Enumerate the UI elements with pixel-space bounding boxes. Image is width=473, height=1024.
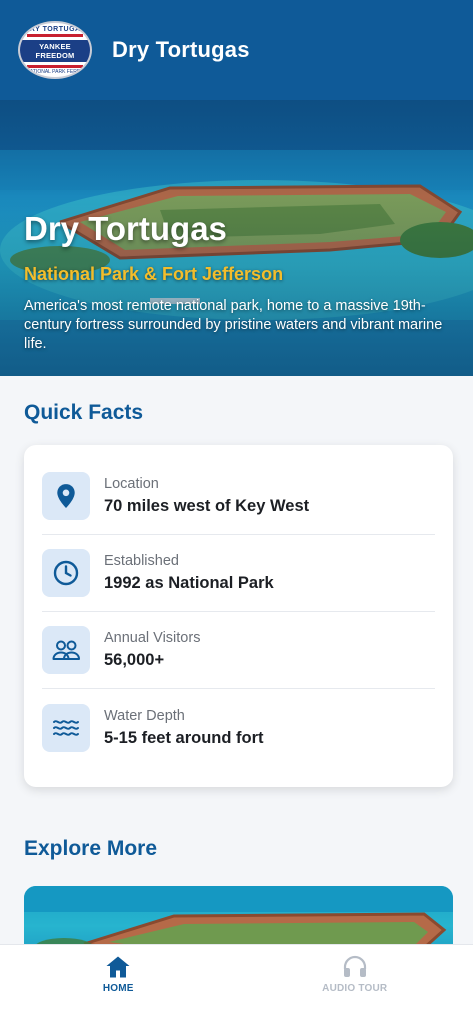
- hero-description: America's most remote national park, hom…: [24, 298, 443, 353]
- hero-title: Dry Tortugas: [24, 210, 227, 247]
- logo-stripe: [27, 33, 83, 37]
- logo-top-text: DRY TORTUGAS: [24, 25, 86, 33]
- nav-home-label: HOME: [102, 983, 134, 994]
- people-icon: [42, 626, 90, 674]
- app-title: Dry Tortugas: [112, 37, 250, 62]
- nav-home[interactable]: HOME: [0, 945, 237, 1024]
- fact-row-location: Location 70 miles west of Key West: [42, 458, 435, 535]
- logo-bottom-text: NATIONAL PARK FERRY: [26, 68, 84, 75]
- logo-band-text: YANKEE FREEDOM: [20, 39, 90, 62]
- fact-row-visitors: Annual Visitors 56,000+: [42, 612, 435, 689]
- fact-value: 1992 as National Park: [104, 574, 274, 592]
- fact-label: Water Depth: [104, 707, 185, 724]
- fact-row-water-depth: Water Depth 5-15 feet around fort: [42, 689, 435, 766]
- waves-icon: [42, 703, 90, 752]
- headphones-icon: [343, 955, 366, 977]
- explore-more-heading: Explore More: [24, 837, 158, 860]
- fact-label: Established: [104, 553, 179, 569]
- nav-audio-tour[interactable]: AUDIO TOUR: [237, 945, 473, 1024]
- fact-value: 70 miles west of Key West: [104, 497, 310, 515]
- app-screen: DRY TORTUGAS YANKEE FREEDOM NATIONAL PAR…: [0, 0, 473, 1024]
- quick-facts-card: Location 70 miles west of Key West Estab…: [24, 445, 453, 787]
- fact-value: 5-15 feet around fort: [104, 728, 264, 747]
- bottom-navigation: HOME AUDIO TOUR: [0, 944, 473, 1024]
- yankee-freedom-logo[interactable]: DRY TORTUGAS YANKEE FREEDOM NATIONAL PAR…: [18, 21, 92, 79]
- clock-icon: [42, 549, 90, 597]
- fact-row-established: Established 1992 as National Park: [42, 535, 435, 612]
- home-icon: [106, 956, 130, 978]
- hero-banner: Dry Tortugas National Park & Fort Jeffer…: [0, 100, 473, 376]
- hero-subtitle: National Park & Fort Jefferson: [24, 264, 284, 284]
- logo-stripe: [27, 64, 83, 68]
- fact-value: 56,000+: [104, 651, 165, 669]
- app-header: DRY TORTUGAS YANKEE FREEDOM NATIONAL PAR…: [0, 0, 473, 100]
- location-pin-icon: [42, 472, 90, 520]
- quick-facts-heading: Quick Facts: [24, 401, 144, 424]
- fact-label: Annual Visitors: [104, 630, 201, 646]
- nav-audio-tour-label: AUDIO TOUR: [322, 983, 388, 994]
- fact-label: Location: [104, 476, 159, 492]
